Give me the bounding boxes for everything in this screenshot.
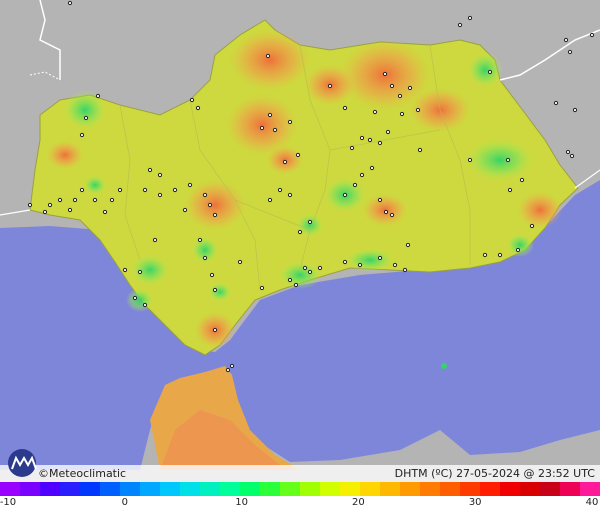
- color-scale-segment: [580, 482, 600, 496]
- color-scale-ticks: -10 0 10 20 30 40: [0, 497, 600, 511]
- temperature-map: ©Meteoclimatic DHTM (ºC) 27-05-2024 @ 23…: [0, 0, 600, 517]
- color-scale-tick-label: 40: [585, 497, 599, 508]
- color-scale-segment: [100, 482, 120, 496]
- map-canvas: [0, 0, 600, 482]
- color-scale-segment: [560, 482, 580, 496]
- color-scale-legend: [0, 482, 600, 496]
- color-scale-segment: [140, 482, 160, 496]
- color-scale-segment: [240, 482, 260, 496]
- color-scale-segment: [400, 482, 420, 496]
- color-scale-segment: [320, 482, 340, 496]
- color-scale-segment: [540, 482, 560, 496]
- color-scale-segment: [340, 482, 360, 496]
- color-scale-segment: [520, 482, 540, 496]
- color-scale-tick-label: 0: [121, 497, 128, 508]
- color-scale-segment: [480, 482, 500, 496]
- color-scale-tick-label: -10: [0, 497, 17, 508]
- color-scale-tick-label: 30: [468, 497, 482, 508]
- map-caption: DHTM (ºC) 27-05-2024 @ 23:52 UTC: [394, 467, 595, 480]
- color-scale-segment: [60, 482, 80, 496]
- color-scale-segment: [200, 482, 220, 496]
- color-scale-segment: [80, 482, 100, 496]
- color-scale-tick-label: 20: [352, 497, 365, 508]
- color-scale-segment: [300, 482, 320, 496]
- color-scale-segment: [380, 482, 400, 496]
- color-scale-segment: [440, 482, 460, 496]
- color-scale-segment: [500, 482, 520, 496]
- color-scale-segment: [280, 482, 300, 496]
- color-scale-segment: [0, 482, 20, 496]
- credit-text: ©Meteoclimatic: [38, 467, 127, 480]
- color-scale-segment: [20, 482, 40, 496]
- color-scale-segment: [360, 482, 380, 496]
- color-scale-segment: [180, 482, 200, 496]
- color-scale-segment: [160, 482, 180, 496]
- color-scale-segment: [260, 482, 280, 496]
- color-scale-segment: [220, 482, 240, 496]
- color-scale-tick-label: 10: [235, 497, 248, 508]
- color-scale-segment: [460, 482, 480, 496]
- color-scale-segment: [40, 482, 60, 496]
- color-scale-segment: [120, 482, 140, 496]
- color-scale-segment: [420, 482, 440, 496]
